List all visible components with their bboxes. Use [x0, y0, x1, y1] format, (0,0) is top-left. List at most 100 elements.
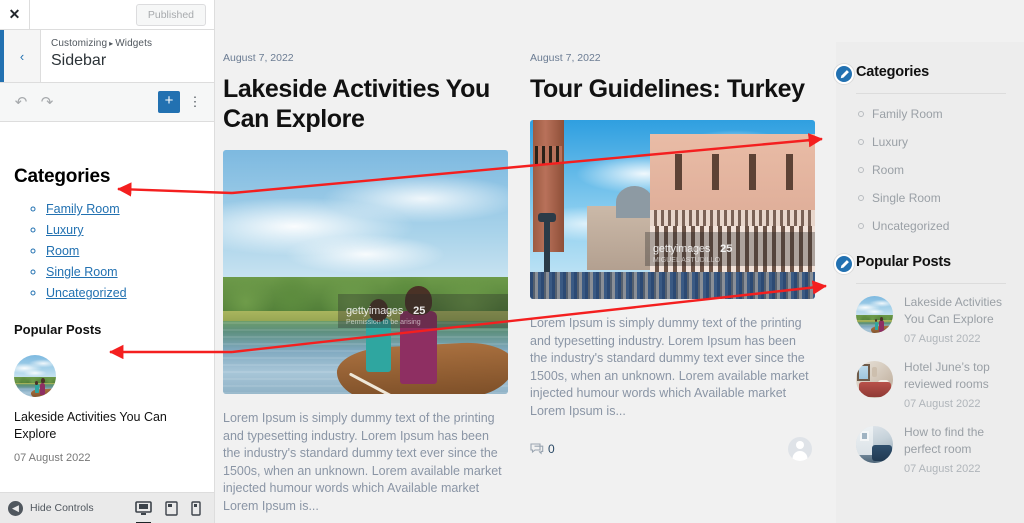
cz-popular-post-item[interactable]: Lakeside Activities You Can Explore 07 A… [14, 355, 202, 464]
customizer-footer: ◀ Hide Controls [0, 492, 214, 523]
cz-popular-post-title: Lakeside Activities You Can Explore [14, 410, 167, 441]
sidebar-widget-header: Popular Posts [834, 254, 1006, 274]
list-item[interactable]: How to find the perfect room 07 August 2… [856, 424, 1006, 475]
back-chevron-icon[interactable]: ‹ [0, 30, 41, 82]
sidebar-categories-list: Family Room Luxury Room Single Room Unca… [856, 100, 1006, 240]
sidebar-widget-popular-posts: Popular Posts Lakeside Activities You Ca… [834, 254, 1006, 475]
sidebar-item-room[interactable]: Room [856, 156, 1006, 184]
list-item[interactable]: Room [46, 242, 202, 261]
list-item[interactable]: Lakeside Activities You Can Explore 07 A… [856, 294, 1006, 345]
desktop-icon[interactable] [135, 500, 152, 523]
watermark-subtext: MIGUEL ASTUDILLO [653, 257, 721, 264]
cz-category-link[interactable]: Family Room [46, 202, 120, 216]
sidebar-post-date: 07 August 2022 [904, 463, 981, 475]
watermark-brand-bold: getty [653, 243, 676, 255]
post-date: August 7, 2022 [530, 52, 601, 64]
sidebar-popular-posts-title: Popular Posts [856, 254, 951, 270]
sidebar-post-date: 07 August 2022 [904, 398, 981, 410]
post-title[interactable]: Lakeside Activities You Can Explore [223, 74, 508, 134]
post-date: August 7, 2022 [223, 52, 294, 64]
cz-category-link[interactable]: Room [46, 244, 79, 258]
watermark-badge: 25 [413, 305, 426, 317]
post-excerpt: Lorem Ipsum is simply dummy text of the … [223, 411, 502, 513]
watermark-brand-bold: getty [346, 305, 369, 317]
comment-count: 0 [548, 442, 555, 456]
getty-watermark: gettyimages 25 Permission to be arising [338, 294, 508, 328]
cz-category-link[interactable]: Luxury [46, 223, 84, 237]
breadcrumb: Customizing ▸ Widgets [51, 38, 152, 49]
cz-category-link[interactable]: Single Room [46, 265, 118, 279]
watermark-badge: 25 [720, 243, 733, 255]
sidebar-post-title: Lakeside Activities You Can Explore [904, 295, 1003, 326]
post-card: August 7, 2022 Tour Guidelines: Turkey g… [530, 0, 815, 515]
sidebar-post-date: 07 August 2022 [904, 333, 981, 345]
undo-icon[interactable]: ↶ [8, 89, 34, 115]
cz-category-link[interactable]: Uncategorized [46, 286, 127, 300]
watermark-brand-light: images [675, 243, 711, 255]
breadcrumb-current: Widgets [115, 38, 153, 49]
site-sidebar: Categories Family Room Luxury Room Singl… [834, 42, 1024, 523]
divider [856, 283, 1006, 284]
hide-controls-button[interactable]: ◀ Hide Controls [8, 500, 94, 516]
customizer-header: ‹ Customizing ▸ Widgets Sidebar [0, 30, 214, 83]
breadcrumb-root: Customizing [51, 38, 108, 49]
sidebar-post-title: Hotel June’s top reviewed rooms [904, 360, 990, 391]
post-meta: 0 [530, 437, 812, 461]
list-item[interactable]: Single Room [46, 263, 202, 282]
sidebar-categories-title: Categories [856, 64, 929, 80]
sidebar-item-luxury[interactable]: Luxury [856, 128, 1006, 156]
post-text-group: Hotel June’s top reviewed rooms 07 Augus… [904, 359, 1006, 410]
edit-pencil-icon[interactable] [834, 254, 854, 274]
cz-popular-posts-title: Popular Posts [14, 322, 102, 337]
post-excerpt: Lorem Ipsum is simply dummy text of the … [530, 316, 809, 418]
customizer-widget-preview: Categories Family Room Luxury Room Singl… [0, 122, 214, 522]
sidebar-item-family-room[interactable]: Family Room [856, 100, 1006, 128]
add-widget-button[interactable]: + [158, 91, 180, 113]
divider [856, 93, 1006, 94]
getty-watermark: gettyimages 25 MIGUEL ASTUDILLO [645, 232, 815, 266]
close-icon[interactable]: ✕ [0, 0, 30, 29]
list-item[interactable]: Uncategorized [46, 284, 202, 303]
post-featured-image[interactable]: gettyimages 25 MIGUEL ASTUDILLO [530, 120, 815, 299]
page-title: Sidebar [51, 52, 107, 69]
cz-categories-title: Categories [14, 166, 111, 187]
comment-count-group[interactable]: 0 [530, 442, 555, 456]
watermark-brand-light: images [368, 305, 404, 317]
mobile-icon[interactable] [191, 500, 201, 516]
post-featured-image[interactable]: gettyimages 25 Permission to be arising [223, 150, 508, 394]
sidebar-item-uncategorized[interactable]: Uncategorized [856, 212, 1006, 240]
comment-icon [530, 443, 544, 455]
post-thumbnail [856, 296, 893, 333]
post-card: August 7, 2022 Lakeside Activities You C… [223, 0, 508, 515]
cz-popular-post-date: 07 August 2022 [14, 452, 91, 464]
avatar [788, 437, 812, 461]
edit-pencil-icon[interactable] [834, 64, 854, 84]
post-thumbnail [856, 426, 893, 463]
device-preview-group [135, 500, 206, 523]
post-text-group: Lakeside Activities You Can Explore 07 A… [904, 294, 1006, 345]
collapse-arrow-icon: ◀ [8, 500, 23, 516]
screenshot-root: ✕ Published ‹ Customizing ▸ Widgets Sideba… [0, 0, 1024, 523]
list-item[interactable]: Luxury [46, 221, 202, 240]
cz-categories-list: Family Room Luxury Room Single Room Unca… [46, 200, 202, 303]
list-item[interactable]: Hotel June’s top reviewed rooms 07 Augus… [856, 359, 1006, 410]
post-title[interactable]: Tour Guidelines: Turkey [530, 74, 815, 104]
sidebar-item-single-room[interactable]: Single Room [856, 184, 1006, 212]
sidebar-widget-header: Categories [834, 64, 1006, 84]
redo-icon[interactable]: ↷ [34, 89, 60, 115]
breadcrumb-separator-icon: ▸ [109, 39, 114, 48]
publish-button[interactable]: Published [135, 4, 206, 26]
list-item[interactable]: Family Room [46, 200, 202, 219]
widget-toolbar: ↶ ↷ + ⋮ [0, 83, 214, 122]
customizer-title-group: Customizing ▸ Widgets Sidebar [41, 30, 152, 82]
cz-popular-post-thumbnail [14, 355, 56, 397]
sidebar-popular-posts-list: Lakeside Activities You Can Explore 07 A… [856, 294, 1006, 475]
site-preview: August 7, 2022 Lakeside Activities You C… [215, 0, 1024, 523]
hide-controls-label: Hide Controls [30, 502, 94, 514]
customizer-panel: ✕ Published ‹ Customizing ▸ Widgets Sideba… [0, 0, 215, 523]
more-options-icon[interactable]: ⋮ [184, 91, 206, 113]
sidebar-post-title: How to find the perfect room [904, 425, 985, 456]
post-thumbnail [856, 361, 893, 398]
sidebar-widget-categories: Categories Family Room Luxury Room Singl… [834, 64, 1006, 240]
tablet-icon[interactable] [165, 500, 178, 516]
